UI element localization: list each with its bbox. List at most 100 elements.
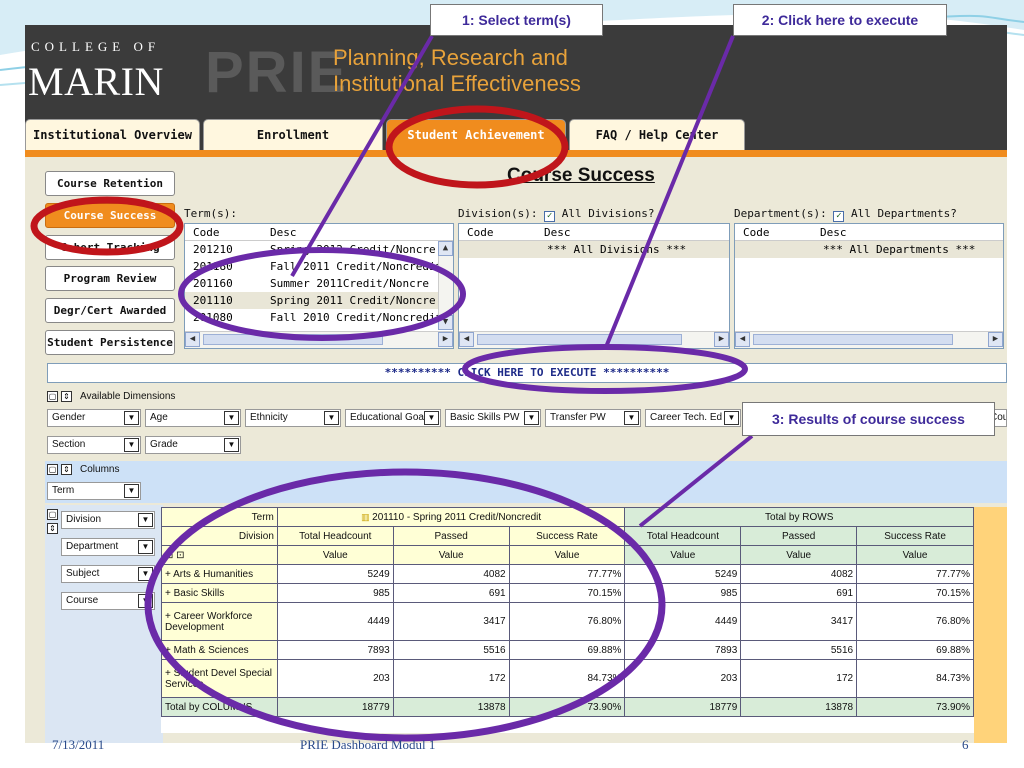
scroll-left-icon[interactable]: ◀: [735, 332, 750, 347]
cell-total-headcount: 5249: [624, 564, 742, 584]
dropdown-arrow-icon[interactable]: ▼: [624, 411, 639, 425]
term-listbox[interactable]: Code Desc 201210 Spring 2012 Credit/Noncr…: [184, 223, 454, 349]
department-listbox[interactable]: Code Desc *** All Departments *** ◀ ▶: [734, 223, 1004, 349]
cell-total-success-rate: 73.90%: [856, 697, 974, 717]
sidebar-item-student-persistence[interactable]: Student Persistence: [45, 330, 175, 355]
row-label[interactable]: + Career Workforce Development: [161, 602, 278, 641]
sort-updown-icon[interactable]: ⇕: [47, 523, 58, 534]
collapse-icon[interactable]: ▢: [47, 509, 58, 520]
scroll-up-icon[interactable]: ▲: [438, 241, 453, 256]
dropdown-arrow-icon[interactable]: ▼: [138, 567, 153, 581]
dim-transfer-pw[interactable]: Transfer PW ▼: [545, 409, 641, 427]
division-row[interactable]: *** All Divisions ***: [459, 241, 729, 258]
sort-icon[interactable]: ▥: [361, 512, 372, 522]
dropdown-arrow-icon[interactable]: ▼: [224, 438, 239, 452]
tab-faq-help-center[interactable]: FAQ / Help Center: [569, 119, 745, 151]
collapse-icon[interactable]: ▢: [47, 391, 58, 402]
dim-transfer-pw-label: Transfer PW: [550, 412, 606, 423]
scroll-left-icon[interactable]: ◀: [459, 332, 474, 347]
dim-grade-label: Grade: [150, 439, 178, 450]
dropdown-arrow-icon[interactable]: ▼: [124, 484, 139, 498]
dropdown-arrow-icon[interactable]: ▼: [138, 594, 153, 608]
sidebar-item-cohort-tracking[interactable]: Cohort Tracking: [45, 235, 175, 260]
dim-basic-skills-pw[interactable]: Basic Skills PW ▼: [445, 409, 541, 427]
cell-total-passed: 5516: [740, 640, 858, 660]
scroll-left-icon[interactable]: ◀: [185, 332, 200, 347]
department-row[interactable]: *** All Departments ***: [735, 241, 1003, 258]
dropdown-arrow-icon[interactable]: ▼: [138, 540, 153, 554]
row-dim-division[interactable]: Division ▼: [61, 511, 155, 529]
cell-total-success-rate: 84.73%: [856, 659, 974, 698]
cell-success-rate: 69.88%: [508, 640, 626, 660]
dim-grade[interactable]: Grade ▼: [145, 436, 241, 454]
scroll-thumb[interactable]: [753, 334, 953, 345]
row-label[interactable]: + Math & Sciences: [161, 640, 278, 660]
dropdown-arrow-icon[interactable]: ▼: [424, 411, 439, 425]
scroll-right-icon[interactable]: ▶: [714, 332, 729, 347]
division-horizontal-scrollbar[interactable]: ◀ ▶: [459, 331, 729, 348]
pivot-division-label: Division: [238, 530, 274, 542]
dim-age[interactable]: Age ▼: [145, 409, 241, 427]
collapse-icon[interactable]: ▢: [47, 464, 58, 475]
sidebar-item-course-retention[interactable]: Course Retention: [45, 171, 175, 196]
dropdown-arrow-icon[interactable]: ▼: [324, 411, 339, 425]
row-dim-course[interactable]: Course ▼: [61, 592, 155, 610]
scroll-right-icon[interactable]: ▶: [988, 332, 1003, 347]
dropdown-arrow-icon[interactable]: ▼: [138, 513, 153, 527]
dim-gender[interactable]: Gender ▼: [47, 409, 141, 427]
dim-career-tech-ed[interactable]: Career Tech. Ed ▼: [645, 409, 741, 427]
term-row-selected[interactable]: 201110 Spring 2011 Credit/Noncre: [185, 292, 453, 309]
callout-select-terms: 1: Select term(s): [430, 4, 603, 36]
term-row[interactable]: 201210 Spring 2012 Credit/Noncre: [185, 241, 453, 258]
term-row[interactable]: 201160 Summer 2011Credit/Noncre: [185, 275, 453, 292]
dim-educational-goal[interactable]: Educational Goal ▼: [345, 409, 441, 427]
scroll-right-icon[interactable]: ▶: [438, 332, 453, 347]
row-label[interactable]: + Basic Skills: [161, 583, 278, 603]
division-label-group: Division(s): ✓ All Divisions?: [458, 207, 654, 222]
tab-enrollment[interactable]: Enrollment: [203, 119, 383, 151]
dropdown-arrow-icon[interactable]: ▼: [124, 438, 139, 452]
sort-updown-icon[interactable]: ⇕: [61, 464, 72, 475]
scroll-thumb[interactable]: [477, 334, 682, 345]
pivot-term-corner: Term: [161, 507, 278, 527]
expand-collapse-controls[interactable]: ⊞ ⊡: [161, 545, 278, 565]
term-vertical-scrollbar[interactable]: ▲ ▼: [438, 241, 453, 330]
sort-updown-icon[interactable]: ⇕: [61, 391, 72, 402]
tab-institutional-overview[interactable]: Institutional Overview: [25, 119, 200, 151]
all-divisions-checkbox[interactable]: ✓: [544, 211, 556, 222]
term-col-code: Code: [193, 226, 220, 239]
table-row: + Basic Skills 985 691 70.15% 985 691 70…: [161, 583, 974, 603]
cell-headcount: 18779: [276, 697, 394, 717]
term-row[interactable]: 201180 Fall 2011 Credit/Noncredit: [185, 258, 453, 275]
sidebar-item-program-review[interactable]: Program Review: [45, 266, 175, 291]
dropdown-arrow-icon[interactable]: ▼: [224, 411, 239, 425]
expand-all-icon[interactable]: ⊞ ⊡: [165, 550, 185, 561]
value-header: Value: [276, 545, 394, 565]
dropdown-arrow-icon[interactable]: ▼: [724, 411, 739, 425]
dropdown-arrow-icon[interactable]: ▼: [124, 411, 139, 425]
department-desc: *** All Departments ***: [823, 243, 976, 256]
term-horizontal-scrollbar[interactable]: ◀ ▶: [185, 331, 453, 348]
scroll-thumb[interactable]: [203, 334, 383, 345]
dim-section[interactable]: Section ▼: [47, 436, 141, 454]
pivot-term-header[interactable]: ▥ 201110 - Spring 2011 Credit/Noncredit: [276, 507, 626, 527]
scroll-down-icon[interactable]: ▼: [438, 315, 453, 330]
row-label[interactable]: + Student Devel Special Services: [161, 659, 278, 698]
column-term[interactable]: Term ▼: [47, 482, 141, 500]
row-dim-department[interactable]: Department ▼: [61, 538, 155, 556]
tab-student-achievement[interactable]: Student Achievement: [386, 119, 566, 151]
sidebar-item-degr-cert-awarded[interactable]: Degr/Cert Awarded: [45, 298, 175, 323]
marin-logo-text: MARIN: [28, 59, 164, 104]
division-listbox[interactable]: Code Desc *** All Divisions *** ◀ ▶: [458, 223, 730, 349]
term-row[interactable]: 201080 Fall 2010 Credit/Noncredit: [185, 309, 453, 326]
department-horizontal-scrollbar[interactable]: ◀ ▶: [735, 331, 1003, 348]
execute-button[interactable]: ********** CLICK HERE TO EXECUTE *******…: [47, 363, 1007, 383]
sidebar-item-course-success[interactable]: Course Success: [45, 203, 175, 228]
row-label[interactable]: + Arts & Humanities: [161, 564, 278, 584]
cell-passed: 172: [392, 659, 510, 698]
dim-ethnicity[interactable]: Ethnicity ▼: [245, 409, 341, 427]
dropdown-arrow-icon[interactable]: ▼: [524, 411, 539, 425]
row-dim-subject[interactable]: Subject ▼: [61, 565, 155, 583]
term-code: 201080: [193, 311, 233, 324]
all-departments-checkbox[interactable]: ✓: [833, 211, 845, 222]
